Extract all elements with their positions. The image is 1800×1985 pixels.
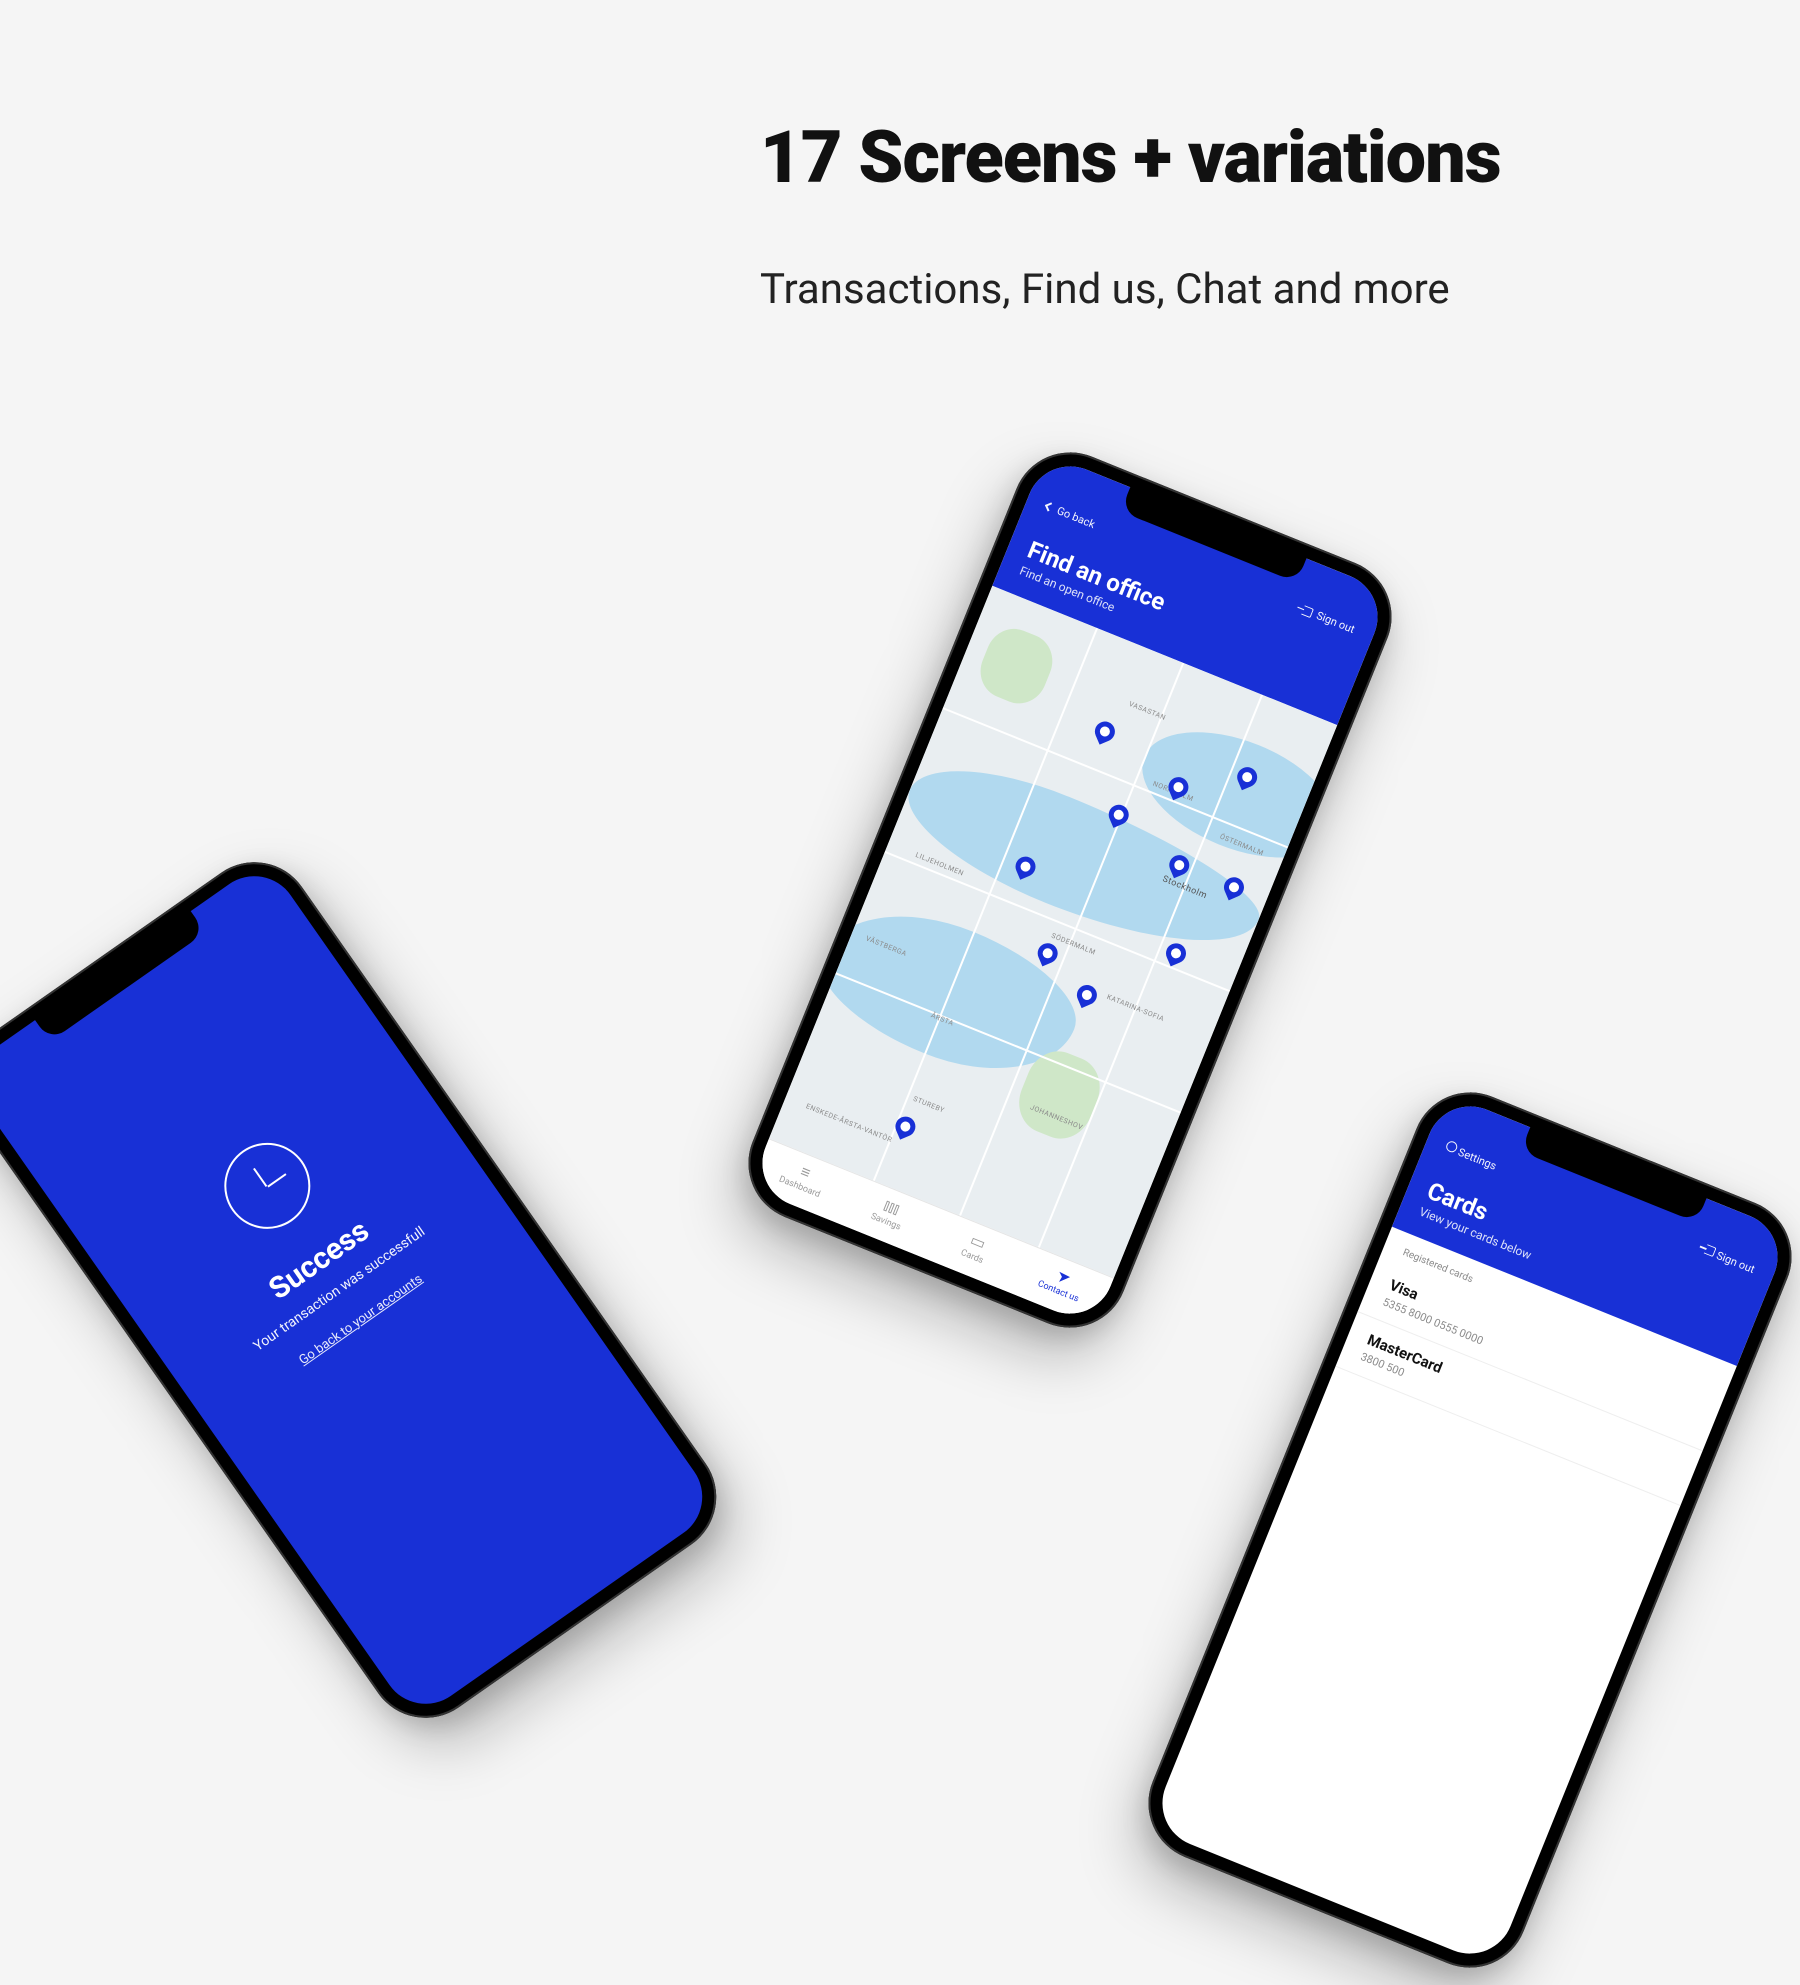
chevron-left-icon — [1045, 502, 1054, 511]
phone-mockup-cards: Settings Sign out Cards View your cards … — [1131, 1075, 1800, 1985]
marketing-headline: 17 Screens + variations — [760, 115, 1501, 200]
gear-icon — [1445, 1140, 1459, 1154]
map-pin-icon[interactable] — [892, 1114, 918, 1140]
sign-out-icon — [1301, 605, 1314, 618]
back-to-accounts-link[interactable]: Go back to your accounts — [235, 1228, 487, 1411]
phone-mockup-success: Success Your transaction was successfull… — [0, 839, 739, 1740]
phone-mockup-find-office: Go back Sign out Find an office Find an … — [731, 435, 1409, 1345]
district-label: KATARINA-SOFIA — [1106, 993, 1166, 1023]
district-label: ENSKEDE-ÅRSTA-VANTÖR — [805, 1102, 894, 1144]
paper-plane-icon: ➤ — [1017, 1266, 1111, 1287]
map-pin-icon[interactable] — [1162, 940, 1188, 966]
district-label: STUREBY — [912, 1095, 946, 1115]
map-pin-icon[interactable] — [1091, 719, 1117, 745]
map-pin-icon[interactable] — [1074, 981, 1100, 1007]
clock-icon — [207, 1126, 327, 1246]
sign-out-button[interactable]: Sign out — [1702, 1244, 1756, 1277]
sign-out-button[interactable]: Sign out — [1301, 603, 1357, 636]
settings-button[interactable]: Settings — [1443, 1140, 1498, 1173]
map-pin-icon[interactable] — [1034, 940, 1060, 966]
go-back-button[interactable]: Go back — [1044, 500, 1097, 532]
sign-out-icon — [1704, 1244, 1717, 1257]
marketing-subline: Transactions, Find us, Chat and more — [760, 265, 1450, 314]
